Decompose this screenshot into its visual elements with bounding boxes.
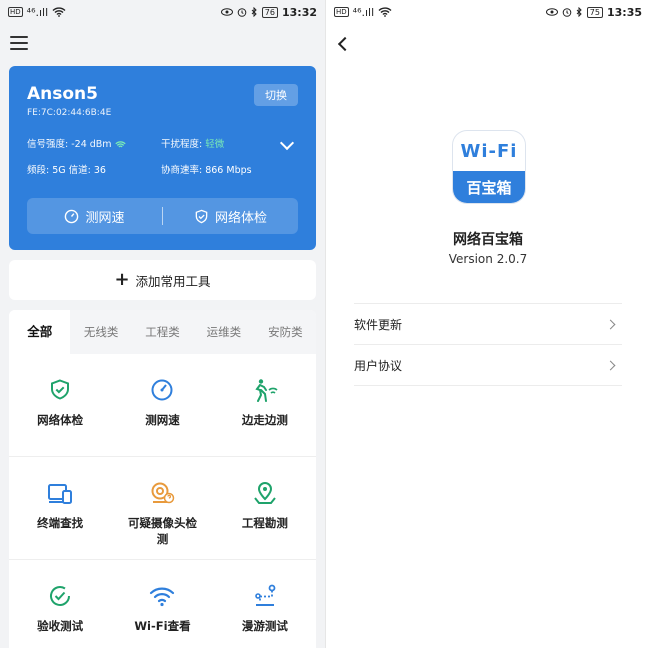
tool-label: 终端查找 (37, 516, 84, 530)
user-agreement-row[interactable]: 用户协议 (354, 345, 622, 386)
tool-panel: 全部 无线类 工程类 运维类 安防类 网络体检 测网速 边走边测 终端查找 可疑… (9, 310, 316, 648)
shield-check-icon (46, 376, 74, 404)
card-actions: 测网速 网络体检 (27, 198, 298, 234)
tool-label: 验收测试 (37, 619, 84, 633)
signal-strength-text: 信号强度: -24 dBm (27, 139, 112, 150)
battery-icon: 76 (261, 6, 278, 18)
hd-badge: HD (334, 7, 349, 17)
interference-label: 干扰程度: (161, 139, 203, 150)
tool-label: 工程勘测 (241, 516, 288, 530)
tool-label: 网络体检 (37, 413, 84, 427)
speedometer-icon (65, 209, 79, 223)
status-bar: HD ⁴⁶.ıll 75 13:35 (326, 0, 650, 24)
eye-icon (545, 8, 558, 16)
tool-walk-test[interactable]: 边走边测 (213, 354, 316, 457)
battery-icon: 75 (586, 6, 603, 18)
wifi-signal-icon (114, 140, 126, 147)
tool-label: 测网速 (145, 413, 180, 427)
health-check-label: 网络体检 (214, 210, 267, 226)
plus-icon: + (114, 269, 130, 290)
chevron-right-icon (605, 319, 616, 329)
wifi-mac: FE:7C:02:44:6B:4E (27, 108, 112, 118)
tool-site-survey[interactable]: 工程勘测 (213, 457, 316, 560)
category-tabs: 全部 无线类 工程类 运维类 安防类 (9, 310, 316, 354)
tab-operations[interactable]: 运维类 (193, 310, 255, 354)
switch-network-button[interactable]: 切换 (254, 84, 298, 106)
row-label: 软件更新 (354, 317, 403, 332)
add-tool-label: 添加常用工具 (135, 273, 211, 289)
tab-wireless[interactable]: 无线类 (70, 310, 132, 354)
speedometer-icon (148, 376, 176, 404)
walking-wifi-icon (251, 376, 279, 404)
home-screen: HD ⁴⁶.ıll 76 13:32 Anson5 FE:7C:02:44:6B… (0, 0, 325, 648)
signal-strength: 信号强度: -24 dBm (27, 136, 161, 150)
about-header (326, 24, 650, 64)
app-header (0, 24, 325, 62)
speed-test-label: 测网速 (85, 210, 125, 226)
devices-icon (46, 479, 74, 507)
shield-check-icon (195, 209, 208, 223)
menu-icon[interactable] (10, 36, 28, 50)
roaming-icon (251, 582, 279, 610)
tool-network-check[interactable]: 网络体检 (9, 354, 112, 457)
status-bar: HD ⁴⁶.ıll 76 13:32 (0, 0, 325, 24)
app-version: Version 2.0.7 (448, 252, 528, 266)
clock: 13:35 (606, 5, 642, 19)
tool-wifi-view[interactable]: Wi-Fi查看 (111, 560, 213, 648)
clock: 13:32 (281, 5, 317, 19)
tab-security[interactable]: 安防类 (254, 310, 316, 354)
tool-acceptance-test[interactable]: 验收测试 (9, 560, 111, 648)
interference-value: 轻微 (205, 139, 225, 150)
tool-camera-detect[interactable]: 可疑摄像头检测 (111, 457, 214, 560)
bluetooth-icon (576, 7, 582, 17)
row-label: 用户协议 (354, 358, 403, 373)
band-channel: 频段: 5G 信道: 36 (27, 165, 106, 176)
tab-all[interactable]: 全部 (9, 310, 71, 354)
wifi-status-icon (378, 7, 392, 17)
signal-icon: ⁴⁶.ıll (26, 5, 49, 19)
map-pin-icon (251, 479, 279, 507)
wifi-status-icon (52, 7, 66, 17)
tool-speed-test[interactable]: 测网速 (111, 354, 214, 457)
about-screen: HD ⁴⁶.ıll 75 13:35 Wi-Fi 百宝箱 网络百宝箱 Versi… (325, 0, 650, 648)
alarm-icon (237, 8, 247, 17)
app-name: 网络百宝箱 (453, 232, 523, 248)
alarm-icon (562, 8, 572, 17)
logo-wifi-text: Wi-Fi (460, 140, 518, 162)
check-circle-icon (46, 582, 74, 610)
tool-roaming-test[interactable]: 漫游测试 (214, 560, 316, 648)
tool-grid: 网络体检 测网速 边走边测 终端查找 可疑摄像头检测 工程勘测 验收测试 Wi-… (9, 354, 316, 648)
tab-engineering[interactable]: 工程类 (131, 310, 194, 354)
wifi-stats: 信号强度: -24 dBm 干扰程度: 轻微 频段: 5G 信道: 36 协商速… (27, 136, 298, 176)
tool-label: 漫游测试 (241, 619, 288, 633)
speed-test-button[interactable]: 测网速 (27, 207, 162, 226)
tool-device-finder[interactable]: 终端查找 (9, 457, 112, 560)
about-settings-list: 软件更新 用户协议 (354, 303, 622, 386)
wifi-info-card: Anson5 FE:7C:02:44:6B:4E 切换 信号强度: -24 dB… (9, 66, 316, 250)
health-check-button[interactable]: 网络体检 (163, 207, 298, 226)
tool-label: 边走边测 (241, 413, 288, 427)
bluetooth-icon (251, 7, 257, 17)
tool-label: Wi-Fi查看 (134, 619, 191, 633)
logo-name-text: 百宝箱 (453, 171, 525, 203)
tool-label: 可疑摄像头检测 (127, 516, 197, 546)
software-update-row[interactable]: 软件更新 (354, 304, 622, 345)
add-common-tool-button[interactable]: + 添加常用工具 (9, 260, 316, 300)
back-icon[interactable] (337, 36, 353, 52)
camera-alert-icon (148, 479, 176, 507)
chevron-right-icon (605, 360, 616, 370)
eye-icon (220, 8, 233, 16)
app-logo: Wi-Fi 百宝箱 (453, 131, 525, 203)
wifi-icon (148, 582, 176, 610)
interference: 干扰程度: 轻微 (161, 136, 281, 150)
link-rate: 协商速率: 866 Mbps (161, 165, 252, 176)
hd-badge: HD (8, 7, 23, 17)
signal-icon: ⁴⁶.ıll (352, 5, 375, 19)
